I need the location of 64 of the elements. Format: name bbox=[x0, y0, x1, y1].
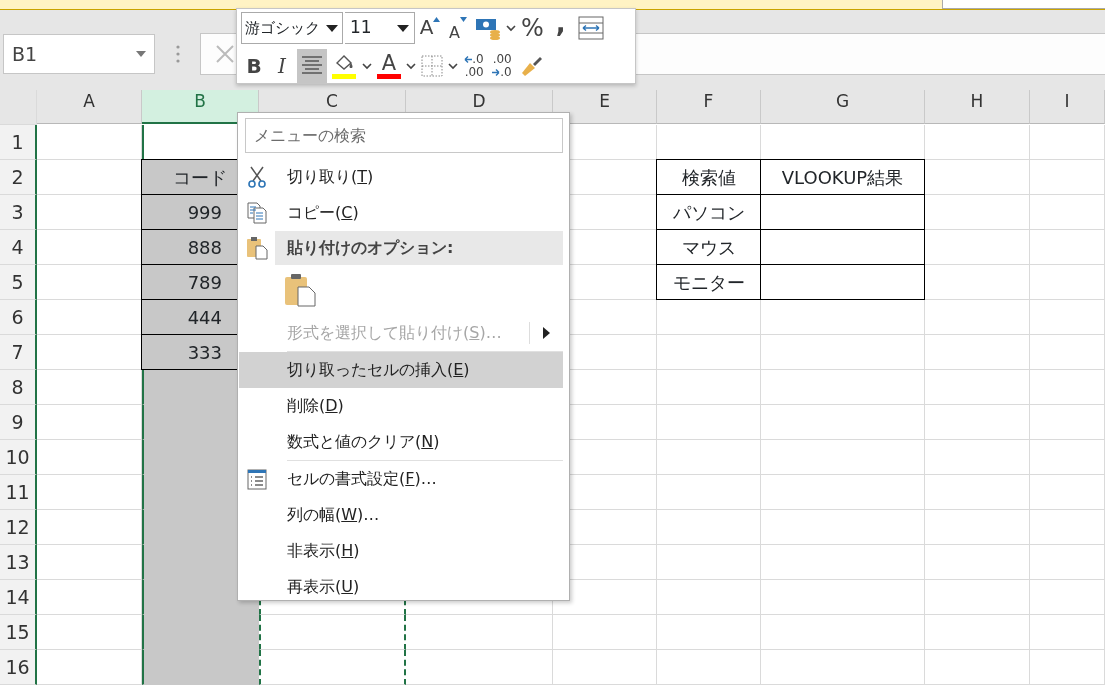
column-header[interactable]: E bbox=[553, 90, 657, 124]
column-header[interactable]: H bbox=[925, 90, 1030, 124]
paste-button[interactable] bbox=[284, 273, 316, 307]
submenu-arrow-icon bbox=[543, 327, 550, 339]
caret-icon[interactable] bbox=[447, 61, 459, 71]
column-header[interactable]: B bbox=[142, 90, 259, 124]
font-dropdown[interactable]: 游ゴシック bbox=[241, 12, 343, 44]
column-header[interactable]: I bbox=[1030, 90, 1105, 124]
grip-icon bbox=[175, 44, 180, 64]
row-header[interactable]: 7 bbox=[0, 335, 37, 370]
name-box-value: B1 bbox=[12, 41, 38, 67]
grow-font-button[interactable]: A bbox=[417, 11, 443, 45]
menu-item[interactable]: 数式と値のクリア(N) bbox=[239, 424, 563, 460]
row-header[interactable]: 14 bbox=[0, 580, 37, 615]
column-header[interactable]: G bbox=[761, 90, 925, 124]
caret-icon[interactable] bbox=[405, 61, 417, 71]
row-header[interactable]: 2 bbox=[0, 160, 37, 195]
caret-icon[interactable] bbox=[361, 61, 373, 71]
increase-decimal-button[interactable]: .0 .00 bbox=[461, 49, 487, 83]
decrease-decimal-button[interactable]: .00 .0 bbox=[489, 49, 515, 83]
row-header[interactable]: 3 bbox=[0, 195, 37, 230]
menu-item[interactable]: セルの書式設定(F)… bbox=[239, 461, 563, 497]
percent-button[interactable]: % bbox=[519, 11, 546, 45]
column-header[interactable]: A bbox=[37, 90, 142, 124]
menu-section-header: 貼り付けのオプション: bbox=[275, 231, 563, 265]
row-header[interactable]: 10 bbox=[0, 440, 37, 475]
row-header[interactable]: 12 bbox=[0, 510, 37, 545]
shrink-font-button[interactable]: A bbox=[445, 11, 471, 45]
arrow-icon bbox=[464, 56, 473, 64]
search-field[interactable]: メニューの検索 bbox=[245, 118, 563, 153]
bold-button[interactable]: B bbox=[241, 49, 267, 83]
row-header[interactable]: 1 bbox=[0, 125, 37, 160]
scissors-icon bbox=[247, 166, 267, 188]
list-icon bbox=[247, 468, 267, 490]
table-cell: VLOOKUP結果 bbox=[760, 159, 925, 195]
column-header[interactable]: F bbox=[657, 90, 761, 124]
align-center-icon bbox=[301, 55, 323, 77]
row-header[interactable]: 4 bbox=[0, 230, 37, 265]
caret-icon[interactable] bbox=[505, 23, 517, 33]
triangle-icon bbox=[459, 17, 467, 22]
font-color-button[interactable]: A bbox=[375, 49, 403, 83]
row-header[interactable]: 8 bbox=[0, 370, 37, 405]
menu-item[interactable]: 列の幅(W)… bbox=[239, 497, 563, 533]
name-box[interactable]: B1 bbox=[3, 34, 155, 74]
row-header[interactable]: 16 bbox=[0, 650, 37, 685]
row-header[interactable]: 6 bbox=[0, 300, 37, 335]
font-size-dropdown[interactable]: 11 bbox=[345, 12, 415, 44]
italic-button[interactable]: I bbox=[269, 49, 295, 83]
row-header[interactable]: 11 bbox=[0, 475, 37, 510]
triangle-icon bbox=[433, 17, 441, 22]
arrow-icon bbox=[492, 69, 501, 76]
row-header[interactable]: 5 bbox=[0, 265, 37, 300]
comma-button[interactable]: , bbox=[547, 11, 574, 45]
table-cell: 検索値 bbox=[656, 159, 761, 195]
table-cell: モニター bbox=[656, 264, 761, 300]
clipboard-icon bbox=[246, 236, 268, 260]
menu-item[interactable]: 再表示(U) bbox=[239, 569, 563, 605]
copy-icon bbox=[247, 202, 267, 224]
menu-item[interactable]: 切り取ったセルの挿入(E) bbox=[239, 352, 563, 388]
menu-item[interactable]: 非表示(H) bbox=[239, 533, 563, 569]
menu-item[interactable]: 削除(D) bbox=[239, 388, 563, 424]
row-header[interactable]: 13 bbox=[0, 545, 37, 580]
row-header[interactable]: 9 bbox=[0, 405, 37, 440]
row-header[interactable]: 15 bbox=[0, 615, 37, 650]
